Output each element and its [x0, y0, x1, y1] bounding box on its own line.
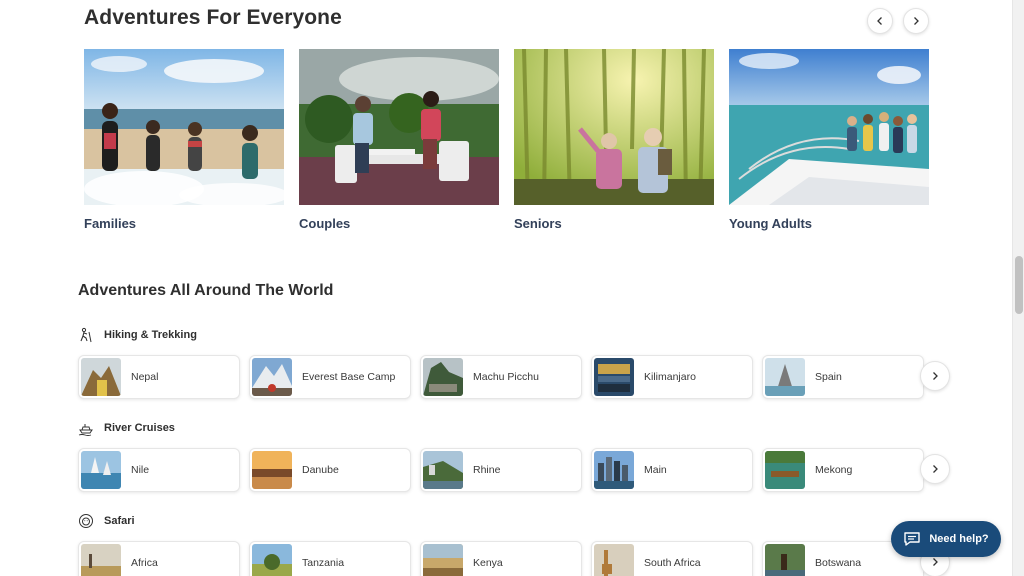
category-river-cruises: River Cruises — [78, 420, 175, 436]
vertical-scrollbar[interactable] — [1012, 0, 1024, 576]
audience-card-couples[interactable]: Couples — [299, 49, 499, 231]
audience-label: Couples — [299, 216, 351, 231]
scrollbar-thumb[interactable] — [1015, 256, 1023, 314]
destination-name: Tanzania — [302, 557, 345, 569]
destination-thumbnail — [252, 358, 292, 396]
destination-name: Machu Picchu — [473, 371, 539, 383]
audience-card-seniors[interactable]: Seniors — [514, 49, 714, 231]
destination-card-south-africa[interactable]: South Africa — [591, 541, 753, 576]
row-next-button[interactable] — [920, 454, 950, 484]
destination-thumbnail — [594, 544, 634, 576]
destination-thumbnail — [765, 544, 805, 576]
destination-card-danube[interactable]: Danube — [249, 448, 411, 492]
destination-name: Rhine — [473, 464, 501, 476]
destination-name: Nile — [131, 464, 150, 476]
seniors-image — [514, 49, 714, 205]
destination-thumbnail — [252, 544, 292, 576]
young-adults-image — [729, 49, 929, 205]
ship-icon — [78, 424, 93, 436]
chevron-right-icon — [933, 558, 938, 566]
destination-name: Africa — [131, 557, 158, 569]
audience-label: Seniors — [514, 216, 562, 231]
chat-icon — [904, 532, 921, 546]
destination-thumbnail — [81, 544, 121, 576]
destination-card-nepal[interactable]: Nepal — [78, 355, 240, 399]
category-label: Hiking & Trekking — [104, 329, 197, 341]
section-title-adventures-for-everyone: Adventures For Everyone — [84, 6, 342, 29]
destination-card-main[interactable]: Main — [591, 448, 753, 492]
category-hiking-trekking: Hiking & Trekking — [78, 327, 197, 343]
audience-card-young-adults[interactable]: Young Adults — [729, 49, 929, 231]
destination-card-africa[interactable]: Africa — [78, 541, 240, 576]
destination-thumbnail — [765, 358, 805, 396]
destination-name: Spain — [815, 371, 842, 383]
destination-thumbnail — [594, 451, 634, 489]
destination-card-spain[interactable]: Spain — [762, 355, 924, 399]
destination-thumbnail — [81, 358, 121, 396]
hiking-icon — [80, 327, 92, 343]
chevron-left-icon — [877, 17, 882, 25]
chevron-right-icon — [933, 372, 938, 380]
need-help-button[interactable]: Need help? — [891, 521, 1001, 557]
destination-card-kilimanjaro[interactable]: Kilimanjaro — [591, 355, 753, 399]
section-title-around-the-world: Adventures All Around The World — [78, 282, 334, 299]
carousel-prev-button[interactable] — [867, 8, 893, 34]
carousel-next-button[interactable] — [903, 8, 929, 34]
chevron-right-icon — [914, 17, 919, 25]
destination-thumbnail — [594, 358, 634, 396]
destination-name: South Africa — [644, 557, 701, 569]
audience-label: Families — [84, 216, 137, 231]
destination-card-nile[interactable]: Nile — [78, 448, 240, 492]
destination-thumbnail — [252, 451, 292, 489]
destination-card-kenya[interactable]: Kenya — [420, 541, 582, 576]
category-safari: Safari — [78, 513, 135, 529]
destination-thumbnail — [423, 451, 463, 489]
couples-image — [299, 49, 499, 205]
destination-name: Kilimanjaro — [644, 371, 696, 383]
need-help-label: Need help? — [929, 533, 989, 545]
destination-name: Botswana — [815, 557, 862, 569]
audience-card-families[interactable]: Families — [84, 49, 284, 231]
destination-name: Mekong — [815, 464, 853, 476]
destination-card-tanzania[interactable]: Tanzania — [249, 541, 411, 576]
category-label: River Cruises — [104, 422, 175, 434]
row-next-button[interactable] — [920, 361, 950, 391]
destination-name: Nepal — [131, 371, 159, 383]
destination-thumbnail — [423, 358, 463, 396]
families-image — [84, 49, 284, 205]
destination-name: Main — [644, 464, 667, 476]
category-label: Safari — [104, 515, 135, 527]
destination-name: Kenya — [473, 557, 503, 569]
destination-card-mekong[interactable]: Mekong — [762, 448, 924, 492]
destination-card-machu-picchu[interactable]: Machu Picchu — [420, 355, 582, 399]
destination-card-everest-base-camp[interactable]: Everest Base Camp — [249, 355, 411, 399]
chevron-right-icon — [933, 465, 938, 473]
destination-name: Everest Base Camp — [302, 371, 396, 383]
audience-label: Young Adults — [729, 216, 813, 231]
page: Adventures For Everyone Families Couples… — [0, 0, 1012, 576]
lion-icon — [79, 514, 93, 528]
destination-thumbnail — [423, 544, 463, 576]
destination-thumbnail — [81, 451, 121, 489]
destination-name: Danube — [302, 464, 339, 476]
destination-thumbnail — [765, 451, 805, 489]
destination-card-rhine[interactable]: Rhine — [420, 448, 582, 492]
